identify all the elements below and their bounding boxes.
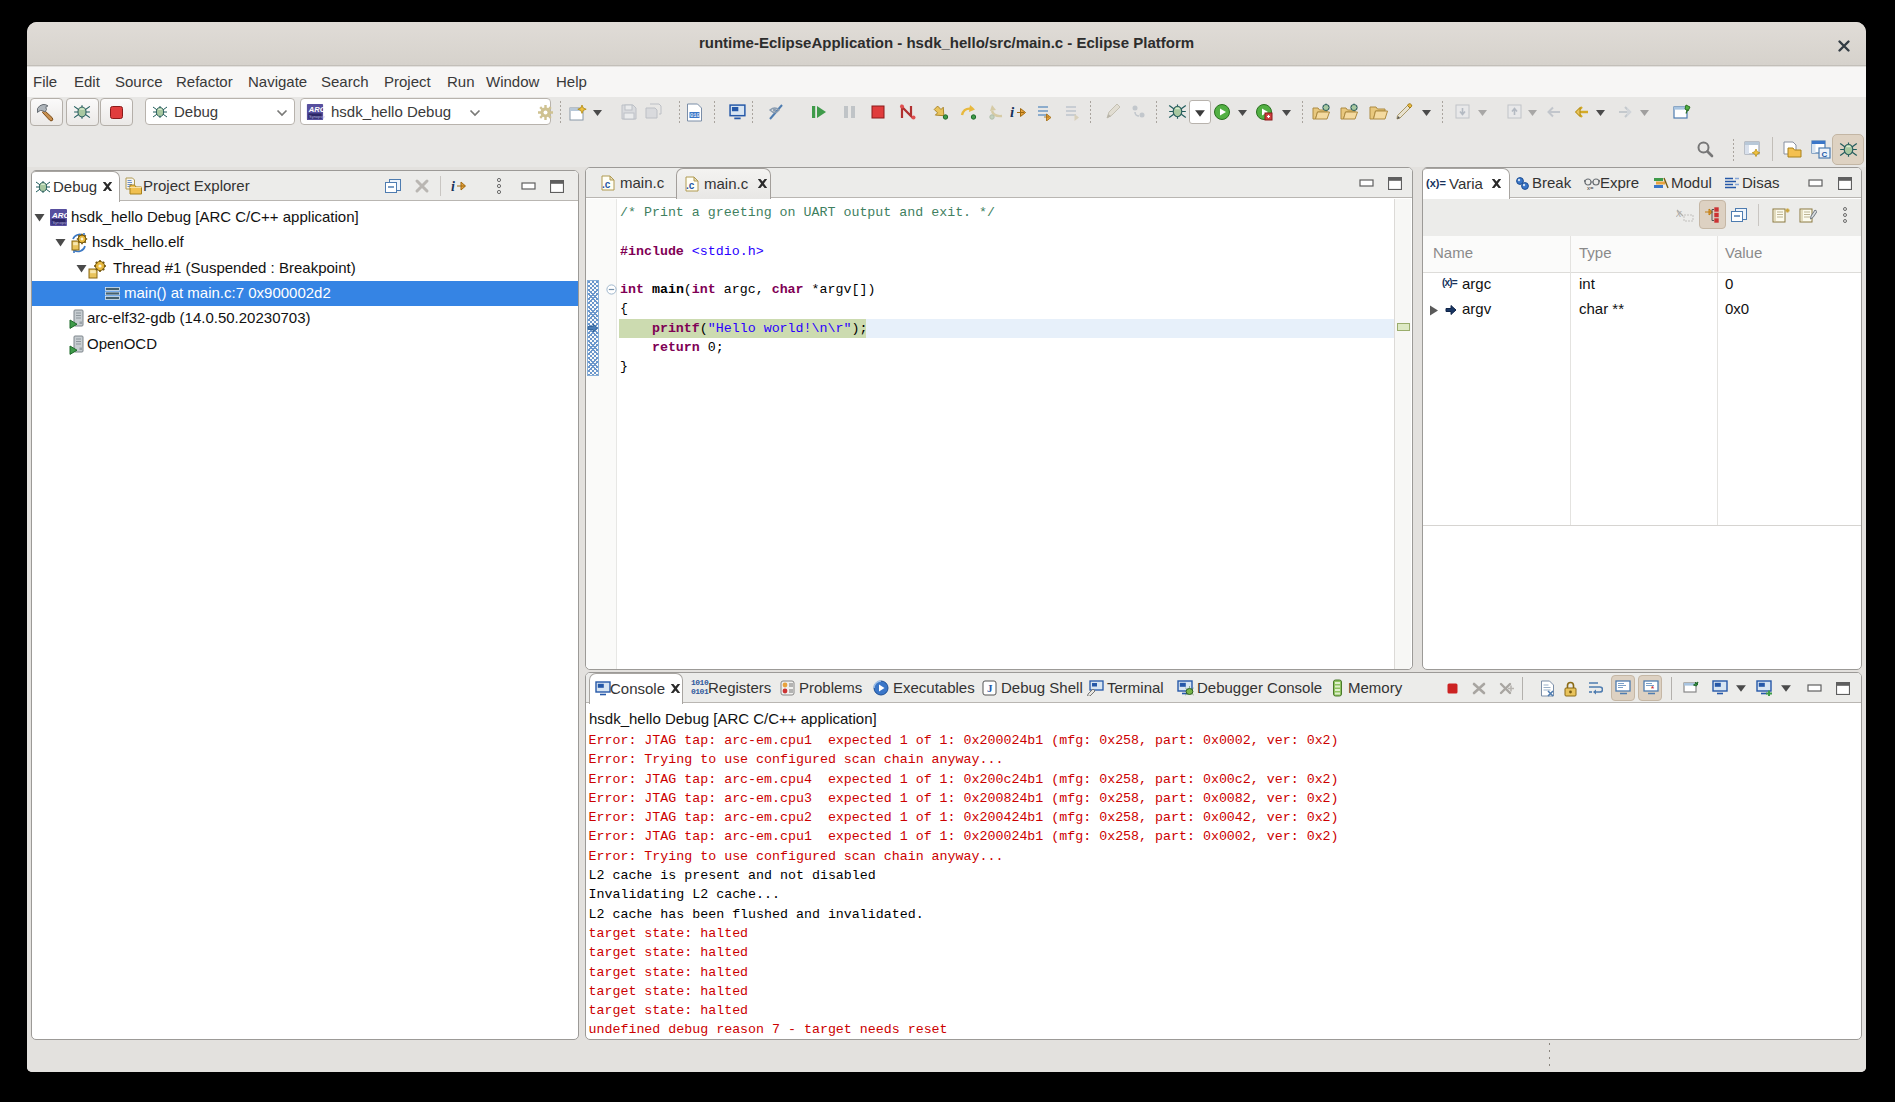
svg-text:010: 010 [690, 112, 700, 119]
svg-text:Synopsys: Synopsys [309, 114, 325, 119]
svg-text:J: J [987, 682, 993, 694]
svg-text:x=: x= [1587, 185, 1594, 191]
svg-text:Synopsys: Synopsys [52, 220, 67, 225]
svg-text:x: x [1676, 207, 1682, 219]
svg-text:.c: .c [686, 180, 695, 191]
svg-text:i: i [1010, 104, 1015, 120]
svg-text:.c: .c [602, 179, 611, 190]
svg-text:i: i [451, 179, 455, 194]
svg-text:C: C [1822, 150, 1828, 159]
